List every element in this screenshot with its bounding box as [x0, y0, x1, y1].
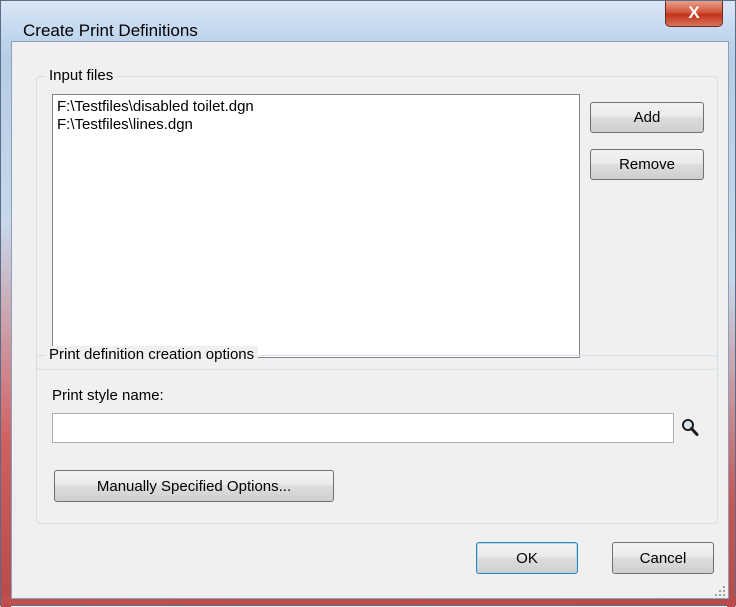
- print-options-legend: Print definition creation options: [45, 346, 259, 363]
- manually-specified-options-button[interactable]: Manually Specified Options...: [54, 470, 334, 502]
- close-button[interactable]: X: [665, 1, 723, 27]
- list-item[interactable]: F:\Testfiles\lines.dgn: [57, 116, 575, 134]
- search-icon[interactable]: [680, 416, 702, 440]
- input-files-legend: Input files: [45, 67, 118, 84]
- cancel-button[interactable]: Cancel: [612, 542, 714, 574]
- list-item[interactable]: F:\Testfiles\disabled toilet.dgn: [57, 98, 575, 116]
- dialog-window: Create Print Definitions X Input files F…: [0, 0, 736, 607]
- print-style-name-input[interactable]: [52, 413, 674, 443]
- resize-grip-icon[interactable]: [714, 584, 726, 596]
- window-frame-left: [1, 59, 11, 607]
- ok-button[interactable]: OK: [476, 542, 578, 574]
- print-style-name-label: Print style name:: [52, 387, 164, 404]
- dialog-client-area: Input files F:\Testfiles\disabled toilet…: [11, 41, 729, 599]
- remove-button[interactable]: Remove: [590, 149, 704, 180]
- add-button[interactable]: Add: [590, 102, 704, 133]
- window-title: Create Print Definitions: [23, 21, 198, 40]
- input-files-list[interactable]: F:\Testfiles\disabled toilet.dgn F:\Test…: [52, 94, 580, 358]
